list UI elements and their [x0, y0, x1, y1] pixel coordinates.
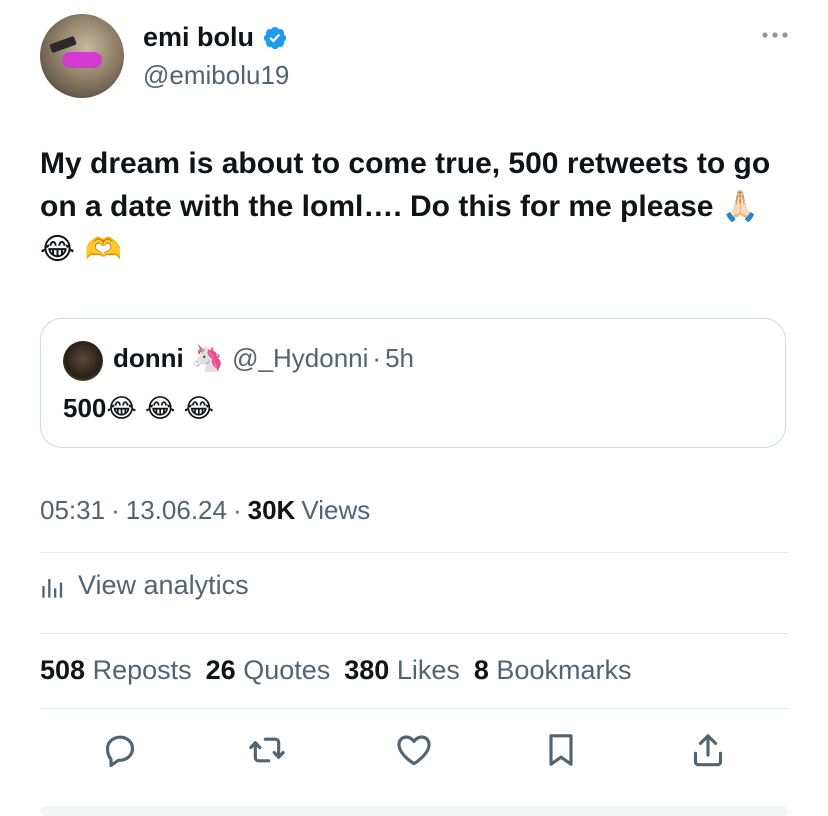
divider	[40, 633, 788, 634]
quoted-tweet-header: donni 🦄 @_Hydonni · 5h	[113, 343, 414, 374]
likes-stat[interactable]: 380 Likes	[344, 655, 460, 686]
quoted-name-emoji: 🦄	[191, 343, 225, 374]
share-button[interactable]	[684, 726, 732, 774]
reply-button[interactable]	[96, 726, 144, 774]
divider	[40, 708, 788, 709]
bookmarks-stat[interactable]: 8 Bookmarks	[474, 655, 632, 686]
author-display-name[interactable]: emi bolu	[143, 22, 254, 53]
quoted-tweet-card[interactable]: donni 🦄 @_Hydonni · 5h 500😂 😂 😂	[40, 318, 786, 448]
view-analytics-label: View analytics	[78, 570, 249, 600]
reposts-count: 508	[40, 655, 86, 685]
likes-count: 380	[344, 655, 390, 685]
tweet-timestamp-row: 05:31 · 13.06.24 · 30K Views	[40, 495, 370, 526]
views-count: 30K	[247, 495, 296, 525]
heart-icon	[397, 735, 431, 766]
repost-arrows-icon	[249, 737, 285, 763]
like-button[interactable]	[390, 726, 438, 774]
repost-button[interactable]	[243, 726, 291, 774]
verified-badge-icon	[263, 26, 287, 49]
timestamp-separator-1: ·	[111, 495, 120, 525]
quoted-tweet-text: 500😂 😂 😂	[63, 393, 214, 424]
bookmarks-label: Bookmarks	[496, 655, 632, 685]
quoted-author-avatar	[63, 341, 103, 381]
reposts-stat[interactable]: 508 Reposts	[40, 655, 192, 686]
tweet-action-bar	[40, 726, 788, 776]
view-analytics-button[interactable]: View analytics	[40, 570, 249, 601]
quoted-tweet-emojis: 😂 😂 😂	[106, 394, 215, 424]
more-options-icon[interactable]	[760, 30, 790, 40]
likes-label: Likes	[396, 655, 460, 685]
quotes-label: Quotes	[243, 655, 331, 685]
quoted-tweet-meta: @_Hydonni · 5h	[232, 343, 414, 374]
quotes-stat[interactable]: 26 Quotes	[206, 655, 331, 686]
tweet-text-body: My dream is about to come true, 500 retw…	[40, 147, 771, 223]
analytics-bars-icon	[42, 578, 63, 598]
bookmark-icon	[549, 734, 573, 766]
quoted-tweet-text-body: 500	[63, 393, 107, 423]
quoted-tweet-time: 5h	[385, 343, 414, 373]
divider	[40, 552, 788, 553]
reply-bubble-icon	[105, 735, 135, 768]
reposts-label: Reposts	[92, 655, 192, 685]
views-label: Views	[301, 495, 371, 525]
author-handle[interactable]: @emibolu19	[143, 60, 289, 91]
quoted-meta-separator: ·	[372, 343, 382, 373]
author-avatar[interactable]	[40, 14, 124, 98]
reply-composer-edge	[40, 806, 788, 816]
tweet-time[interactable]: 05:31	[40, 495, 105, 526]
avatar-gun-shape	[49, 35, 77, 54]
quotes-count: 26	[205, 655, 236, 685]
tweet-header: emi bolu @emibolu19	[40, 14, 800, 98]
share-upload-icon	[693, 734, 723, 767]
tweet-text: My dream is about to come true, 500 retw…	[40, 142, 790, 271]
bookmark-button[interactable]	[537, 726, 585, 774]
quoted-author-handle: @_Hydonni	[232, 343, 369, 373]
engagement-stats: 508 Reposts 26 Quotes 380 Likes 8 Bookma…	[40, 655, 631, 686]
quoted-author-name: donni	[113, 343, 184, 373]
author-name-row[interactable]: emi bolu	[143, 22, 288, 53]
timestamp-separator-2: ·	[232, 495, 242, 525]
bookmarks-count: 8	[473, 655, 489, 685]
tweet-date[interactable]: 13.06.24	[126, 495, 227, 526]
avatar-mask-shape	[62, 52, 102, 68]
